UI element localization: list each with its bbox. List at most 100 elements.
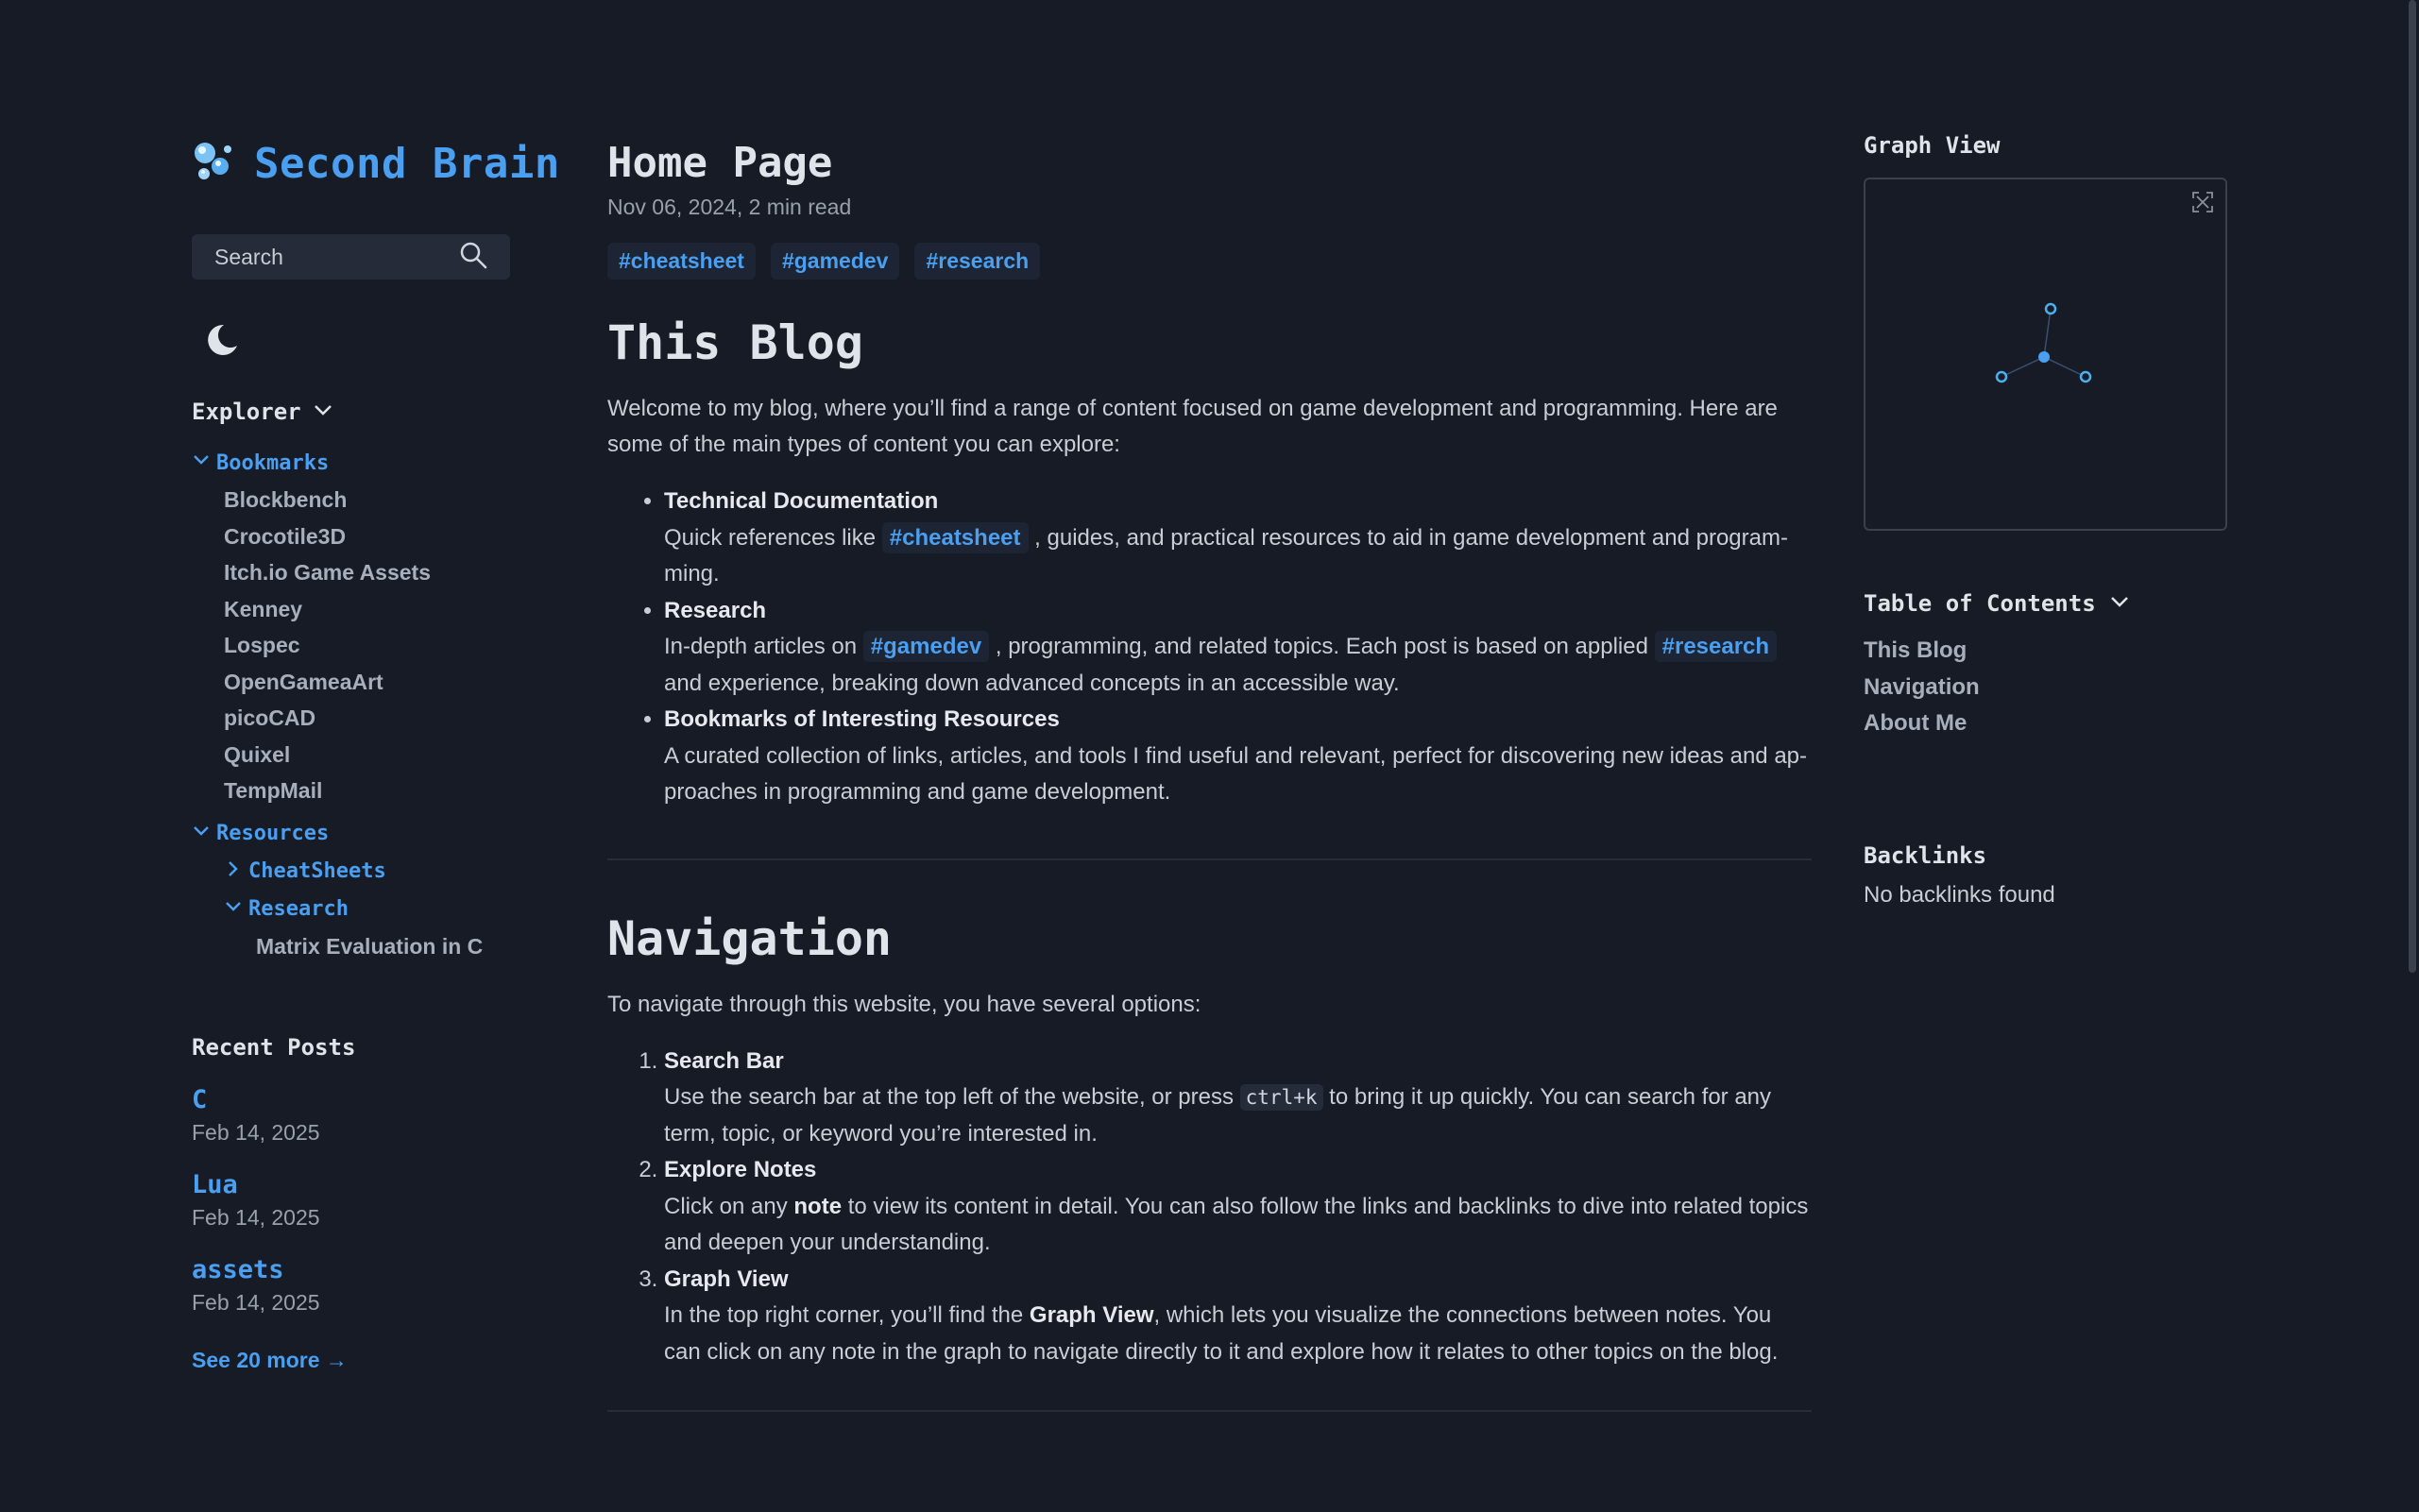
chevron-down-icon <box>313 399 333 425</box>
list-item: Graph View In the top right corner, you’… <box>664 1262 1812 1371</box>
left-sidebar: Second Brain Search Explorer Bookmarks B… <box>192 132 570 1372</box>
see-more-link[interactable]: See 20 more → <box>192 1348 355 1373</box>
folder-label: CheatSheets <box>248 859 386 883</box>
graph-view-title: Graph View <box>1864 132 2001 159</box>
toc-item[interactable]: About Me <box>1864 705 1980 742</box>
brand[interactable]: Second Brain <box>192 132 570 195</box>
scrollbar-thumb[interactable] <box>2409 0 2416 973</box>
search-label: Search <box>214 244 283 269</box>
list-item-title: Explore Notes <box>664 1157 817 1182</box>
backlinks-empty-text: No backlinks found <box>1864 882 2055 908</box>
graph-canvas[interactable] <box>1865 179 2225 529</box>
recent-post-date: Feb 14, 2025 <box>192 1120 320 1145</box>
paragraph: Welcome to my blog, where you’ll find a … <box>607 396 1778 457</box>
scrollbar[interactable] <box>2406 0 2419 1512</box>
file-link[interactable]: Quixel <box>224 737 570 773</box>
folder-resources[interactable]: Resources <box>192 815 570 853</box>
file-link[interactable]: Itch.io Game Assets <box>224 554 570 591</box>
recent-post: assets Feb 14, 2025 <box>192 1255 355 1316</box>
list-text: , programming, and related topics. Each … <box>989 634 1655 659</box>
toc-item[interactable]: This Blog <box>1864 633 1980 670</box>
file-link[interactable]: OpenGameaArt <box>224 664 570 701</box>
file-link[interactable]: picoCAD <box>224 700 570 737</box>
recent-post-date: Feb 14, 2025 <box>192 1290 320 1315</box>
search-icon <box>459 241 487 274</box>
file-link[interactable]: Matrix Evaluation in C <box>256 928 570 965</box>
list-text: A curated collection of links, articles,… <box>664 742 1808 806</box>
list-item-title: Research <box>664 597 767 623</box>
list-text: Click on any <box>664 1193 794 1219</box>
page-meta: Nov 06, 2024, 2 min read <box>607 195 852 219</box>
toc-title: Table of Contents <box>1864 590 2096 617</box>
list-item: Technical Documentation Quick references… <box>664 484 1812 593</box>
explorer-toggle[interactable]: Explorer <box>192 399 333 425</box>
chevron-down-icon <box>192 822 211 846</box>
folder-label: Bookmarks <box>216 450 330 475</box>
graph-node <box>2044 302 2057 315</box>
tag-link[interactable]: #cheatsheet <box>881 521 1029 553</box>
graph-node <box>1995 370 2008 383</box>
navigation-options-list: Search Bar Use the search bar at the top… <box>607 1044 1812 1371</box>
graph-view[interactable] <box>1864 178 2227 531</box>
graph-node <box>2079 370 2092 383</box>
paragraph: To navigate through this website, you ha… <box>607 991 1201 1017</box>
folder-research[interactable]: Research <box>224 891 570 928</box>
backlinks: Backlinks No backlinks found <box>1864 842 2055 909</box>
list-text: In-depth articles on <box>664 634 863 659</box>
folder-label: Research <box>248 897 349 921</box>
search-bar[interactable]: Search <box>192 234 510 280</box>
tag-link[interactable]: #cheatsheet <box>607 243 756 280</box>
toc-item[interactable]: Navigation <box>1864 670 1980 706</box>
recent-posts-title: Recent Posts <box>192 1034 356 1061</box>
file-link[interactable]: Crocotile3D <box>224 518 570 555</box>
file-link[interactable]: Blockbench <box>224 482 570 518</box>
right-sidebar: Graph View Table of Contents This Blog N… <box>1864 132 2227 908</box>
recent-post-link[interactable]: assets <box>192 1255 355 1284</box>
section-heading: This Blog <box>607 315 863 370</box>
list-item: Search Bar Use the search bar at the top… <box>664 1044 1812 1153</box>
list-text: Quick references like <box>664 524 882 551</box>
list-item-title: Search Bar <box>664 1047 784 1074</box>
divider <box>607 1410 1812 1412</box>
list-text: and experience, breaking down advanced c… <box>664 670 1400 696</box>
folder-label: Resources <box>216 822 330 845</box>
chevron-right-icon <box>224 859 243 884</box>
toc-list: This Blog Navigation About Me <box>1864 633 1980 742</box>
site-title[interactable]: Second Brain <box>254 140 560 188</box>
bold-text: note <box>793 1193 843 1219</box>
list-text: Use the search bar at the top left of th… <box>664 1084 1240 1110</box>
recent-post: C Feb 14, 2025 <box>192 1085 355 1146</box>
recent-post-date: Feb 14, 2025 <box>192 1205 320 1230</box>
backlinks-title: Backlinks <box>1864 842 1987 869</box>
recent-posts: Recent Posts C Feb 14, 2025 Lua Feb 14, … <box>192 1034 355 1373</box>
file-link[interactable]: Kenney <box>224 591 570 628</box>
chevron-down-icon <box>192 450 211 475</box>
list-item: Bookmarks of Interesting Resources A cur… <box>664 702 1812 811</box>
recent-post-link[interactable]: C <box>192 1085 355 1114</box>
tag-link[interactable]: #gamedev <box>770 243 900 280</box>
bubbles-icon <box>192 140 235 188</box>
toc-toggle[interactable]: Table of Contents <box>1864 590 2130 617</box>
chevron-down-icon <box>2109 591 2130 617</box>
recent-post-link[interactable]: Lua <box>192 1170 355 1199</box>
recent-post: Lua Feb 14, 2025 <box>192 1170 355 1231</box>
chevron-down-icon <box>224 897 243 922</box>
tag-list: #cheatsheet #gamedev #research <box>607 243 1812 280</box>
folder-bookmarks[interactable]: Bookmarks <box>192 444 570 482</box>
explorer-title: Explorer <box>192 399 301 425</box>
tag-link[interactable]: #gamedev <box>862 631 990 662</box>
list-item-title: Graph View <box>664 1266 789 1292</box>
list-item: Explore Notes Click on any note to view … <box>664 1152 1812 1262</box>
content-types-list: Technical Documentation Quick references… <box>607 484 1812 811</box>
tag-link[interactable]: #research <box>1654 631 1778 662</box>
keyboard-shortcut: ctrl+k <box>1239 1084 1323 1111</box>
bold-text: Graph View <box>1029 1302 1154 1328</box>
explorer-tree: Bookmarks Blockbench Crocotile3D Itch.io… <box>192 444 570 964</box>
moon-icon[interactable] <box>203 321 241 359</box>
tag-link[interactable]: #research <box>914 243 1041 280</box>
file-link[interactable]: Lospec <box>224 627 570 664</box>
page-title: Home Page <box>607 139 833 187</box>
list-text: In the top right corner, you’ll find the <box>664 1302 1030 1328</box>
folder-cheatsheets[interactable]: CheatSheets <box>224 853 570 891</box>
file-link[interactable]: TempMail <box>224 773 570 809</box>
